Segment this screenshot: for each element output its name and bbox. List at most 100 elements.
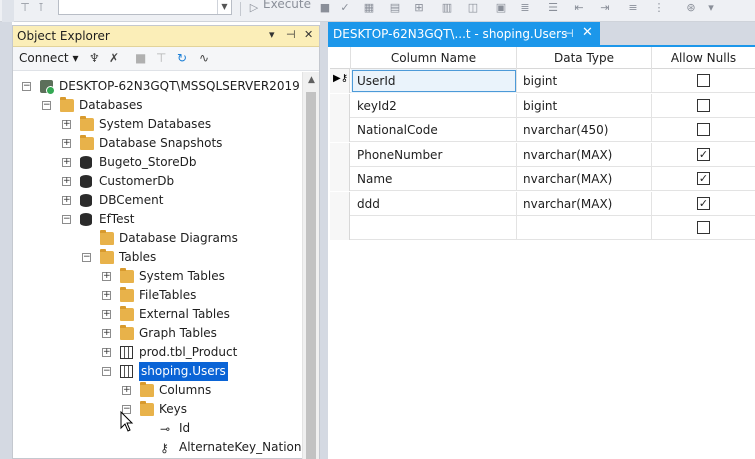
tree-node[interactable]: − Tables	[13, 248, 302, 267]
tree-node[interactable]: + CustomerDb	[13, 172, 302, 191]
expand-icon[interactable]: +	[102, 348, 111, 357]
header-data-type[interactable]: Data Type	[517, 47, 652, 69]
filter-icon[interactable]: ⊤	[18, 1, 32, 15]
collapse-icon[interactable]: −	[82, 253, 91, 262]
align-icon[interactable]: ≡	[626, 1, 640, 15]
results-file-icon[interactable]: ▣	[494, 1, 508, 15]
column-row[interactable]: Name nvarchar(MAX) ✓	[330, 167, 755, 191]
tree-node[interactable]: + Graph Tables	[13, 324, 302, 343]
tree-node[interactable]: − shoping.Users	[13, 362, 302, 381]
tree-node[interactable]: + Columns	[13, 381, 302, 400]
expand-icon[interactable]: +	[62, 139, 71, 148]
column-name-cell[interactable]: NationalCode	[351, 118, 517, 142]
filter-settings-icon[interactable]: ⊺	[34, 1, 48, 15]
outdent-icon[interactable]: ⇤	[572, 1, 586, 15]
column-row[interactable]: ▶⚷ UserId bigint	[330, 69, 755, 93]
tree-node[interactable]: + System Tables	[13, 267, 302, 286]
allow-nulls-checkbox[interactable]	[697, 221, 710, 234]
tree-node[interactable]: − Keys	[13, 400, 302, 419]
results-grid-icon[interactable]: ▦	[362, 1, 376, 15]
tree-node[interactable]: Database Diagrams	[13, 229, 302, 248]
allow-nulls-checkbox[interactable]	[697, 98, 710, 112]
data-type-cell[interactable]: bigint	[517, 93, 652, 118]
row-selector[interactable]	[330, 118, 350, 142]
tab-pin-icon[interactable]: ⊣	[564, 27, 574, 40]
tree-vertical-scrollbar[interactable]: ▲	[302, 72, 319, 459]
close-icon[interactable]: ✕	[304, 28, 313, 41]
column-name-cell[interactable]: keyId2	[351, 93, 517, 118]
pin-icon[interactable]: ⊣	[286, 28, 296, 41]
tree-node[interactable]: − EfTest	[13, 210, 302, 229]
play-icon[interactable]: ▷	[247, 1, 261, 15]
column-name-cell[interactable]: UserId	[351, 69, 517, 93]
row-selector[interactable]	[330, 142, 350, 167]
panel-splitter[interactable]	[320, 22, 328, 459]
tree-node[interactable]: − Databases	[13, 96, 302, 115]
row-selector[interactable]	[330, 191, 350, 216]
tree-node[interactable]: + Database Snapshots	[13, 134, 302, 153]
column-name-cell[interactable]: ddd	[351, 191, 517, 216]
tree-node[interactable]: + System Databases	[13, 115, 302, 134]
database-selector[interactable]: ▼	[58, 0, 232, 15]
data-type-cell[interactable]: nvarchar(MAX)	[517, 167, 652, 191]
indent-icon[interactable]: ⇥	[598, 1, 612, 15]
connect-object-icon[interactable]: ♆	[89, 50, 100, 66]
header-allow-nulls[interactable]: Allow Nulls	[652, 47, 755, 69]
expand-icon[interactable]: +	[102, 310, 111, 319]
data-type-cell[interactable]: nvarchar(MAX)	[517, 191, 652, 216]
column-row[interactable]	[330, 216, 755, 240]
column-row[interactable]: ddd nvarchar(MAX) ✓	[330, 191, 755, 216]
expand-icon[interactable]: +	[102, 291, 111, 300]
disconnect-icon[interactable]: ✗	[109, 50, 119, 66]
allow-nulls-checkbox[interactable]	[697, 74, 710, 87]
column-name-cell[interactable]: Name	[351, 167, 517, 191]
collapse-icon[interactable]: −	[22, 82, 31, 91]
expand-icon[interactable]: +	[62, 177, 71, 186]
expand-icon[interactable]: +	[122, 386, 131, 395]
stop-icon[interactable]: ■	[318, 1, 332, 15]
window-position-icon[interactable]: ▾	[269, 28, 275, 41]
row-selector[interactable]	[330, 167, 350, 191]
expand-icon[interactable]: +	[62, 158, 71, 167]
uncomment-icon[interactable]: ☰	[546, 1, 560, 15]
allow-nulls-checkbox[interactable]	[697, 123, 710, 136]
column-name-cell[interactable]	[351, 216, 517, 240]
column-row[interactable]: PhoneNumber nvarchar(MAX) ✓	[330, 142, 755, 167]
scrollbar-thumb[interactable]	[306, 92, 316, 459]
tree-node[interactable]: + prod.tbl_Product	[13, 343, 302, 362]
expand-icon[interactable]: +	[102, 329, 111, 338]
allow-nulls-checkbox[interactable]: ✓	[697, 196, 710, 210]
collapse-icon[interactable]: −	[42, 101, 51, 110]
stats-icon[interactable]: ▥	[440, 1, 454, 15]
tree-node[interactable]: ⊸ Id	[13, 419, 302, 438]
tree-node[interactable]: − DESKTOP-62N3GQT\MSSQLSERVER2019 (S	[13, 77, 302, 96]
tree-node[interactable]: ⚷ AlternateKey_Nationa	[13, 438, 302, 457]
column-row[interactable]: keyId2 bigint	[330, 93, 755, 118]
column-row[interactable]: NationalCode nvarchar(450)	[330, 118, 755, 142]
expand-icon[interactable]: +	[102, 272, 111, 281]
tree-node[interactable]: + External Tables	[13, 305, 302, 324]
live-stats-icon[interactable]: ◫	[466, 1, 480, 15]
data-type-cell[interactable]	[517, 216, 652, 240]
execute-button[interactable]: Execute	[263, 0, 311, 11]
expand-icon[interactable]: +	[62, 120, 71, 129]
scroll-up-icon[interactable]: ▲	[303, 72, 320, 88]
refresh-icon[interactable]: ↻	[177, 50, 187, 66]
results-text-icon[interactable]: ▤	[388, 1, 402, 15]
connect-button[interactable]: Connect ▾	[19, 51, 78, 65]
data-type-cell[interactable]: nvarchar(MAX)	[517, 142, 652, 167]
tab-table-designer[interactable]: DESKTOP-62N3GQT\...t - shoping.Users ⊣ ✕	[328, 22, 600, 45]
parse-icon[interactable]: ✓	[338, 1, 352, 15]
data-type-cell[interactable]: nvarchar(450)	[517, 118, 652, 142]
tree-node[interactable]: + DBCement	[13, 191, 302, 210]
tree-node[interactable]: + Bugeto_StoreDb	[13, 153, 302, 172]
stop-icon[interactable]: ■	[135, 50, 146, 66]
tab-close-icon[interactable]: ✕	[582, 25, 593, 40]
allow-nulls-checkbox[interactable]: ✓	[697, 172, 710, 185]
data-type-cell[interactable]: bigint	[517, 69, 652, 93]
toolbar-overflow-icon[interactable]: ▾	[704, 1, 718, 15]
row-selector[interactable]	[330, 216, 350, 240]
filter-icon[interactable]: ⊤	[156, 50, 166, 66]
tree-node[interactable]: + FileTables	[13, 286, 302, 305]
allow-nulls-checkbox[interactable]: ✓	[697, 147, 710, 161]
